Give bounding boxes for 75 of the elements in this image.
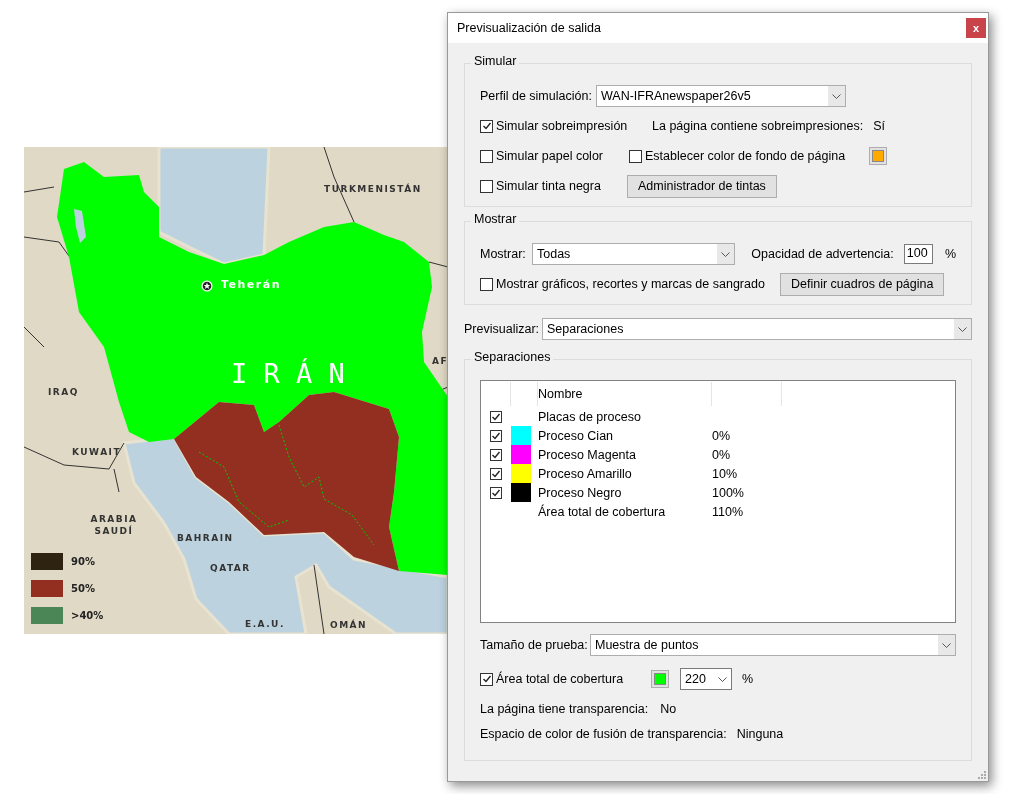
legend-label: 90% — [71, 556, 95, 567]
checkbox[interactable] — [490, 486, 502, 499]
window-title: Previsualización de salida — [457, 21, 601, 35]
chevron-down-icon — [942, 642, 951, 648]
checkbox[interactable] — [480, 149, 493, 163]
country-label: IRAQ — [48, 387, 79, 397]
group-title: Mostrar — [471, 212, 520, 226]
preview-dropdown[interactable]: Separaciones — [542, 318, 972, 340]
checkbox-label: Área total de cobertura — [496, 672, 624, 686]
separation-name: Proceso Amarillo — [538, 466, 633, 481]
info-value: Sí — [873, 119, 886, 133]
chevron-down-icon — [958, 326, 967, 332]
checkbox-label: Establecer color de fondo de página — [645, 149, 846, 163]
checkbox[interactable] — [629, 149, 642, 163]
checkbox-label: Simular tinta negra — [496, 179, 601, 193]
field-label: Mostrar: — [480, 247, 527, 261]
coverage-dropdown[interactable]: 220 — [680, 668, 732, 690]
field-label: Tamaño de prueba: — [480, 638, 589, 652]
unit-label: % — [742, 672, 754, 686]
chevron-down-icon — [721, 251, 731, 257]
field-label: Previsualizar: — [464, 322, 541, 336]
separation-name: Proceso Cian — [538, 428, 615, 443]
country-label: I R Á N — [231, 358, 345, 389]
info-label: Espacio de color de fusión de transparencia: — [480, 727, 727, 741]
field-label: Opacidad de advertencia: — [751, 247, 894, 261]
separation-name: Área total de cobertura — [538, 504, 667, 519]
coverage-value: 0% — [712, 428, 731, 443]
country-label: AF — [432, 356, 448, 366]
checkbox[interactable] — [480, 119, 493, 133]
country-label: E.A.U. — [245, 619, 285, 629]
chevron-down-icon — [832, 93, 841, 99]
separation-name: Proceso Magenta — [538, 447, 637, 462]
sample-size-dropdown[interactable]: Muestra de puntos — [590, 634, 956, 656]
checkbox[interactable] — [480, 277, 493, 291]
info-label: La página tiene transparencia: — [480, 702, 649, 716]
info-value: No — [660, 702, 677, 716]
chevron-down-icon — [718, 676, 727, 682]
checkbox[interactable] — [480, 672, 493, 686]
coverage-value: 10% — [712, 466, 738, 481]
city-label: Teherán — [221, 278, 281, 291]
country-label: BAHRAIN — [177, 533, 234, 543]
field-label: Perfil de simulación: — [480, 89, 593, 103]
checkbox[interactable] — [490, 467, 502, 480]
column-header[interactable]: Nombre — [538, 382, 712, 406]
unit-label: % — [944, 247, 956, 261]
legend-label: >40% — [71, 610, 104, 621]
profile-dropdown[interactable]: WAN-IFRAnewspaper26v5 — [596, 85, 846, 107]
checkbox[interactable] — [490, 429, 502, 442]
checkbox[interactable] — [480, 179, 493, 193]
coverage-value: 0% — [712, 447, 731, 462]
star-icon — [201, 280, 213, 292]
coverage-value: 110% — [712, 504, 744, 519]
separation-name: Proceso Negro — [538, 485, 623, 500]
group-title: Simular — [471, 54, 520, 68]
country-label: ARABIA SAUDÍ — [89, 513, 139, 537]
info-label: La página contiene sobreimpresiones: — [652, 119, 864, 133]
input-field[interactable]: 100 — [903, 244, 933, 264]
show-dropdown[interactable]: Todas — [532, 243, 736, 265]
group-title: Separaciones — [471, 350, 554, 364]
close-button[interactable]: x — [966, 18, 986, 38]
checkbox-label: Simular sobreimpresión — [496, 119, 628, 133]
country-label: TURKMENISTÁN — [324, 184, 422, 194]
page-boxes-button[interactable]: Definir cuadros de página — [780, 272, 945, 296]
checkbox-label: Mostrar gráficos, recortes y marcas de sangrado — [496, 277, 765, 291]
resize-grip-icon[interactable] — [976, 769, 986, 779]
checkbox-label: Simular papel color — [496, 149, 603, 163]
info-value: Ninguna — [736, 727, 784, 741]
coverage-value: 100% — [712, 485, 744, 500]
country-label: OMÁN — [330, 620, 368, 630]
checkbox[interactable] — [490, 410, 502, 423]
country-label: QATAR — [210, 563, 251, 573]
ink-manager-button[interactable]: Administrador de tintas — [627, 174, 777, 198]
legend-label: 50% — [71, 583, 95, 594]
separation-name: Placas de proceso — [538, 409, 642, 424]
checkbox[interactable] — [490, 448, 502, 461]
